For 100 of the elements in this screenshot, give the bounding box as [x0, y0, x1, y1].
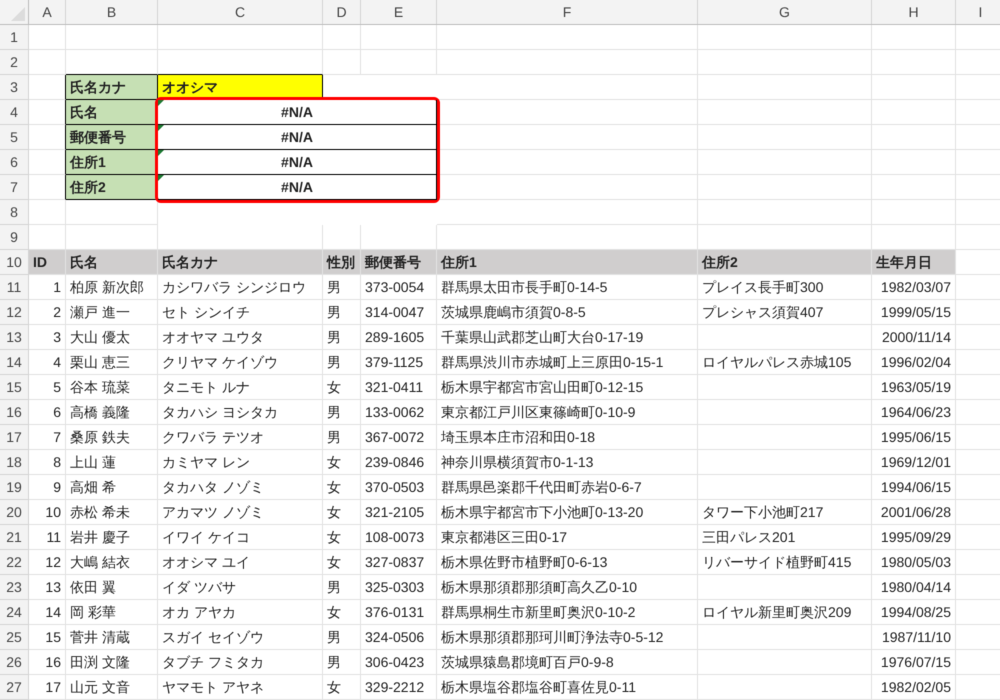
table-cell[interactable]: 栃木県那須郡那須町高久乙0-10	[437, 575, 698, 600]
table-cell[interactable]: 谷本 琉菜	[66, 375, 158, 400]
error-value[interactable]: #N/A	[158, 125, 437, 150]
column-heading[interactable]: 住所2	[698, 250, 872, 275]
table-cell[interactable]: 1969/12/01	[872, 450, 956, 475]
column-header[interactable]: C	[158, 0, 323, 24]
column-header[interactable]: A	[29, 0, 66, 24]
table-cell[interactable]: 東京都江戸川区東篠崎町0-10-9	[437, 400, 698, 425]
table-cell[interactable]: 女	[323, 675, 361, 700]
error-indicator-icon[interactable]	[158, 175, 164, 181]
table-cell[interactable]: プレシャス須賀407	[698, 300, 872, 325]
table-cell[interactable]: 桑原 鉄夫	[66, 425, 158, 450]
table-cell[interactable]: 岩井 慶子	[66, 525, 158, 550]
column-heading[interactable]: 生年月日	[872, 250, 956, 275]
table-cell[interactable]: 2000/11/14	[872, 325, 956, 350]
row-header[interactable]: 22	[0, 550, 29, 575]
table-cell[interactable]: 栃木県那須郡那珂川町浄法寺0-5-12	[437, 625, 698, 650]
row-header[interactable]: 25	[0, 625, 29, 650]
table-cell[interactable]: 岡 彩華	[66, 600, 158, 625]
error-indicator-icon[interactable]	[158, 125, 164, 131]
table-cell[interactable]: 男	[323, 350, 361, 375]
row-header[interactable]: 11	[0, 275, 29, 300]
table-cell[interactable]: タブチ フミタカ	[158, 650, 323, 675]
row-header[interactable]: 8	[0, 200, 29, 225]
table-cell[interactable]: セト シンイチ	[158, 300, 323, 325]
table-cell[interactable]: 群馬県邑楽郡千代田町赤岩0-6-7	[437, 475, 698, 500]
table-cell[interactable]: オオシマ ユイ	[158, 550, 323, 575]
table-cell[interactable]: 306-0423	[361, 650, 437, 675]
table-cell[interactable]: 13	[29, 575, 66, 600]
column-header[interactable]: B	[66, 0, 158, 24]
table-cell[interactable]: 16	[29, 650, 66, 675]
table-cell[interactable]: 田渕 文隆	[66, 650, 158, 675]
table-cell[interactable]: 赤松 希未	[66, 500, 158, 525]
table-cell[interactable]: 7	[29, 425, 66, 450]
table-cell[interactable]: 14	[29, 600, 66, 625]
table-cell[interactable]: アカマツ ノゾミ	[158, 500, 323, 525]
row-header[interactable]: 13	[0, 325, 29, 350]
table-cell[interactable]: 327-0837	[361, 550, 437, 575]
error-value[interactable]: #N/A	[158, 175, 437, 200]
table-cell[interactable]: 239-0846	[361, 450, 437, 475]
field-label[interactable]: 氏名カナ	[66, 75, 158, 100]
table-cell[interactable]: 女	[323, 550, 361, 575]
table-cell[interactable]: オカ アヤカ	[158, 600, 323, 625]
row-header[interactable]: 9	[0, 225, 29, 250]
error-value[interactable]: #N/A	[158, 100, 437, 125]
table-cell[interactable]: 2	[29, 300, 66, 325]
table-cell[interactable]: プレイス長手町300	[698, 275, 872, 300]
column-header[interactable]: D	[323, 0, 361, 24]
table-cell[interactable]: オオヤマ ユウタ	[158, 325, 323, 350]
field-label[interactable]: 住所2	[66, 175, 158, 200]
table-cell[interactable]: 埼玉県本庄市沼和田0-18	[437, 425, 698, 450]
table-cell[interactable]: 栃木県宇都宮市宮山田町0-12-15	[437, 375, 698, 400]
table-cell[interactable]: リバーサイド植野町415	[698, 550, 872, 575]
table-cell[interactable]: 男	[323, 625, 361, 650]
row-header[interactable]: 18	[0, 450, 29, 475]
column-header[interactable]: E	[361, 0, 437, 24]
table-cell[interactable]: ロイヤル新里町奥沢209	[698, 600, 872, 625]
table-cell[interactable]: 1	[29, 275, 66, 300]
row-header[interactable]: 1	[0, 25, 29, 50]
table-cell[interactable]: 大山 優太	[66, 325, 158, 350]
table-cell[interactable]: 山元 文音	[66, 675, 158, 700]
table-cell[interactable]: イダ ツバサ	[158, 575, 323, 600]
table-cell[interactable]: 9	[29, 475, 66, 500]
row-header[interactable]: 26	[0, 650, 29, 675]
table-cell[interactable]: 376-0131	[361, 600, 437, 625]
row-header[interactable]: 4	[0, 100, 29, 125]
error-value[interactable]: #N/A	[158, 150, 437, 175]
table-cell[interactable]: 3	[29, 325, 66, 350]
table-cell[interactable]: 東京都港区三田0-17	[437, 525, 698, 550]
column-header[interactable]: G	[698, 0, 872, 24]
table-cell[interactable]: 群馬県太田市長手町0-14-5	[437, 275, 698, 300]
table-cell[interactable]: 1999/05/15	[872, 300, 956, 325]
row-header[interactable]: 16	[0, 400, 29, 425]
table-cell[interactable]: 神奈川県横須賀市0-1-13	[437, 450, 698, 475]
column-heading[interactable]: 氏名	[66, 250, 158, 275]
table-cell[interactable]: 314-0047	[361, 300, 437, 325]
field-label[interactable]: 住所1	[66, 150, 158, 175]
column-heading[interactable]: 郵便番号	[361, 250, 437, 275]
table-cell[interactable]: 370-0503	[361, 475, 437, 500]
row-header[interactable]: 17	[0, 425, 29, 450]
row-header[interactable]: 24	[0, 600, 29, 625]
table-cell[interactable]: 三田パレス201	[698, 525, 872, 550]
table-cell[interactable]: 1996/02/04	[872, 350, 956, 375]
column-heading[interactable]: 性別	[323, 250, 361, 275]
table-cell[interactable]: 17	[29, 675, 66, 700]
table-cell[interactable]: 男	[323, 325, 361, 350]
table-cell[interactable]: 133-0062	[361, 400, 437, 425]
field-label[interactable]: 氏名	[66, 100, 158, 125]
field-label[interactable]: 郵便番号	[66, 125, 158, 150]
table-cell[interactable]: タカハシ ヨシタカ	[158, 400, 323, 425]
table-cell[interactable]: 1976/07/15	[872, 650, 956, 675]
table-cell[interactable]: 高橋 義隆	[66, 400, 158, 425]
table-cell[interactable]: 栃木県宇都宮市下小池町0-13-20	[437, 500, 698, 525]
row-header[interactable]: 14	[0, 350, 29, 375]
table-cell[interactable]: 栃木県塩谷郡塩谷町喜佐見0-11	[437, 675, 698, 700]
table-cell[interactable]: タカハタ ノゾミ	[158, 475, 323, 500]
row-header[interactable]: 23	[0, 575, 29, 600]
table-cell[interactable]: 茨城県猿島郡境町百戸0-9-8	[437, 650, 698, 675]
table-cell[interactable]: 1995/09/29	[872, 525, 956, 550]
table-cell[interactable]: 男	[323, 650, 361, 675]
